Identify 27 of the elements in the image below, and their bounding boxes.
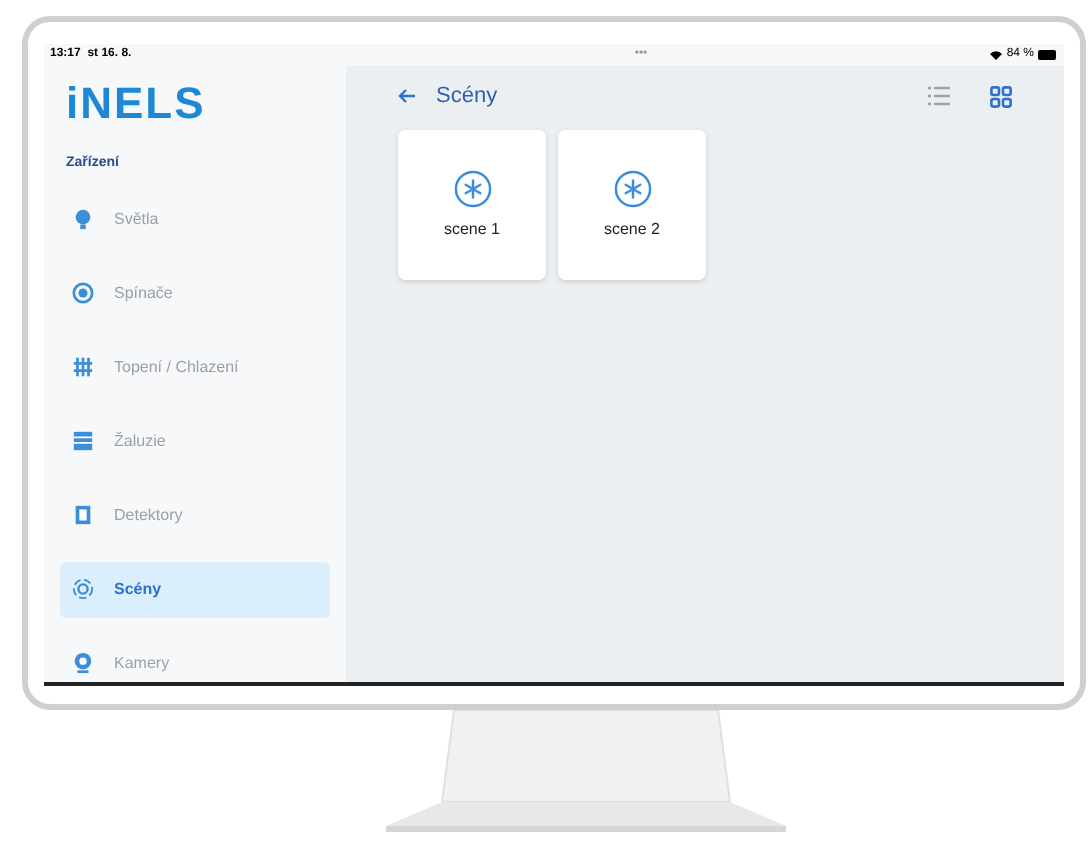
door-icon <box>72 504 94 526</box>
power-icon <box>72 282 94 304</box>
scene-label: scene 2 <box>603 217 661 241</box>
snowflake-icon <box>613 169 651 207</box>
logo: iNELS <box>66 82 208 126</box>
list-view-icon[interactable] <box>928 86 950 106</box>
wifi-icon <box>990 50 1003 60</box>
sidebar-item[interactable]: Žaluzie <box>60 413 330 469</box>
sidebar-item[interactable]: Světla <box>60 191 330 247</box>
sidebar-item[interactable]: Topení / Chlazení <box>60 339 330 395</box>
sidebar-item[interactable]: Detektory <box>60 487 330 543</box>
grid-view-icon[interactable] <box>990 85 1012 107</box>
blinds-icon <box>72 430 94 452</box>
page-title: Scény <box>436 81 498 112</box>
back-arrow-icon[interactable] <box>398 88 416 104</box>
sidebar-item[interactable]: Spínače <box>60 265 330 321</box>
scene-card[interactable]: scene 1 <box>398 130 546 280</box>
radiator-icon <box>72 356 94 378</box>
battery-icon <box>1038 50 1058 60</box>
scene-icon <box>72 578 94 600</box>
scene-label: scene 1 <box>443 217 501 241</box>
scene-card[interactable]: scene 2 <box>558 130 706 280</box>
snowflake-icon <box>453 169 491 207</box>
sidebar-item[interactable]: Scény <box>60 561 330 617</box>
camera-icon <box>72 652 94 674</box>
sidebar-item[interactable]: Kamery <box>60 635 330 691</box>
bulb-icon <box>72 208 94 230</box>
